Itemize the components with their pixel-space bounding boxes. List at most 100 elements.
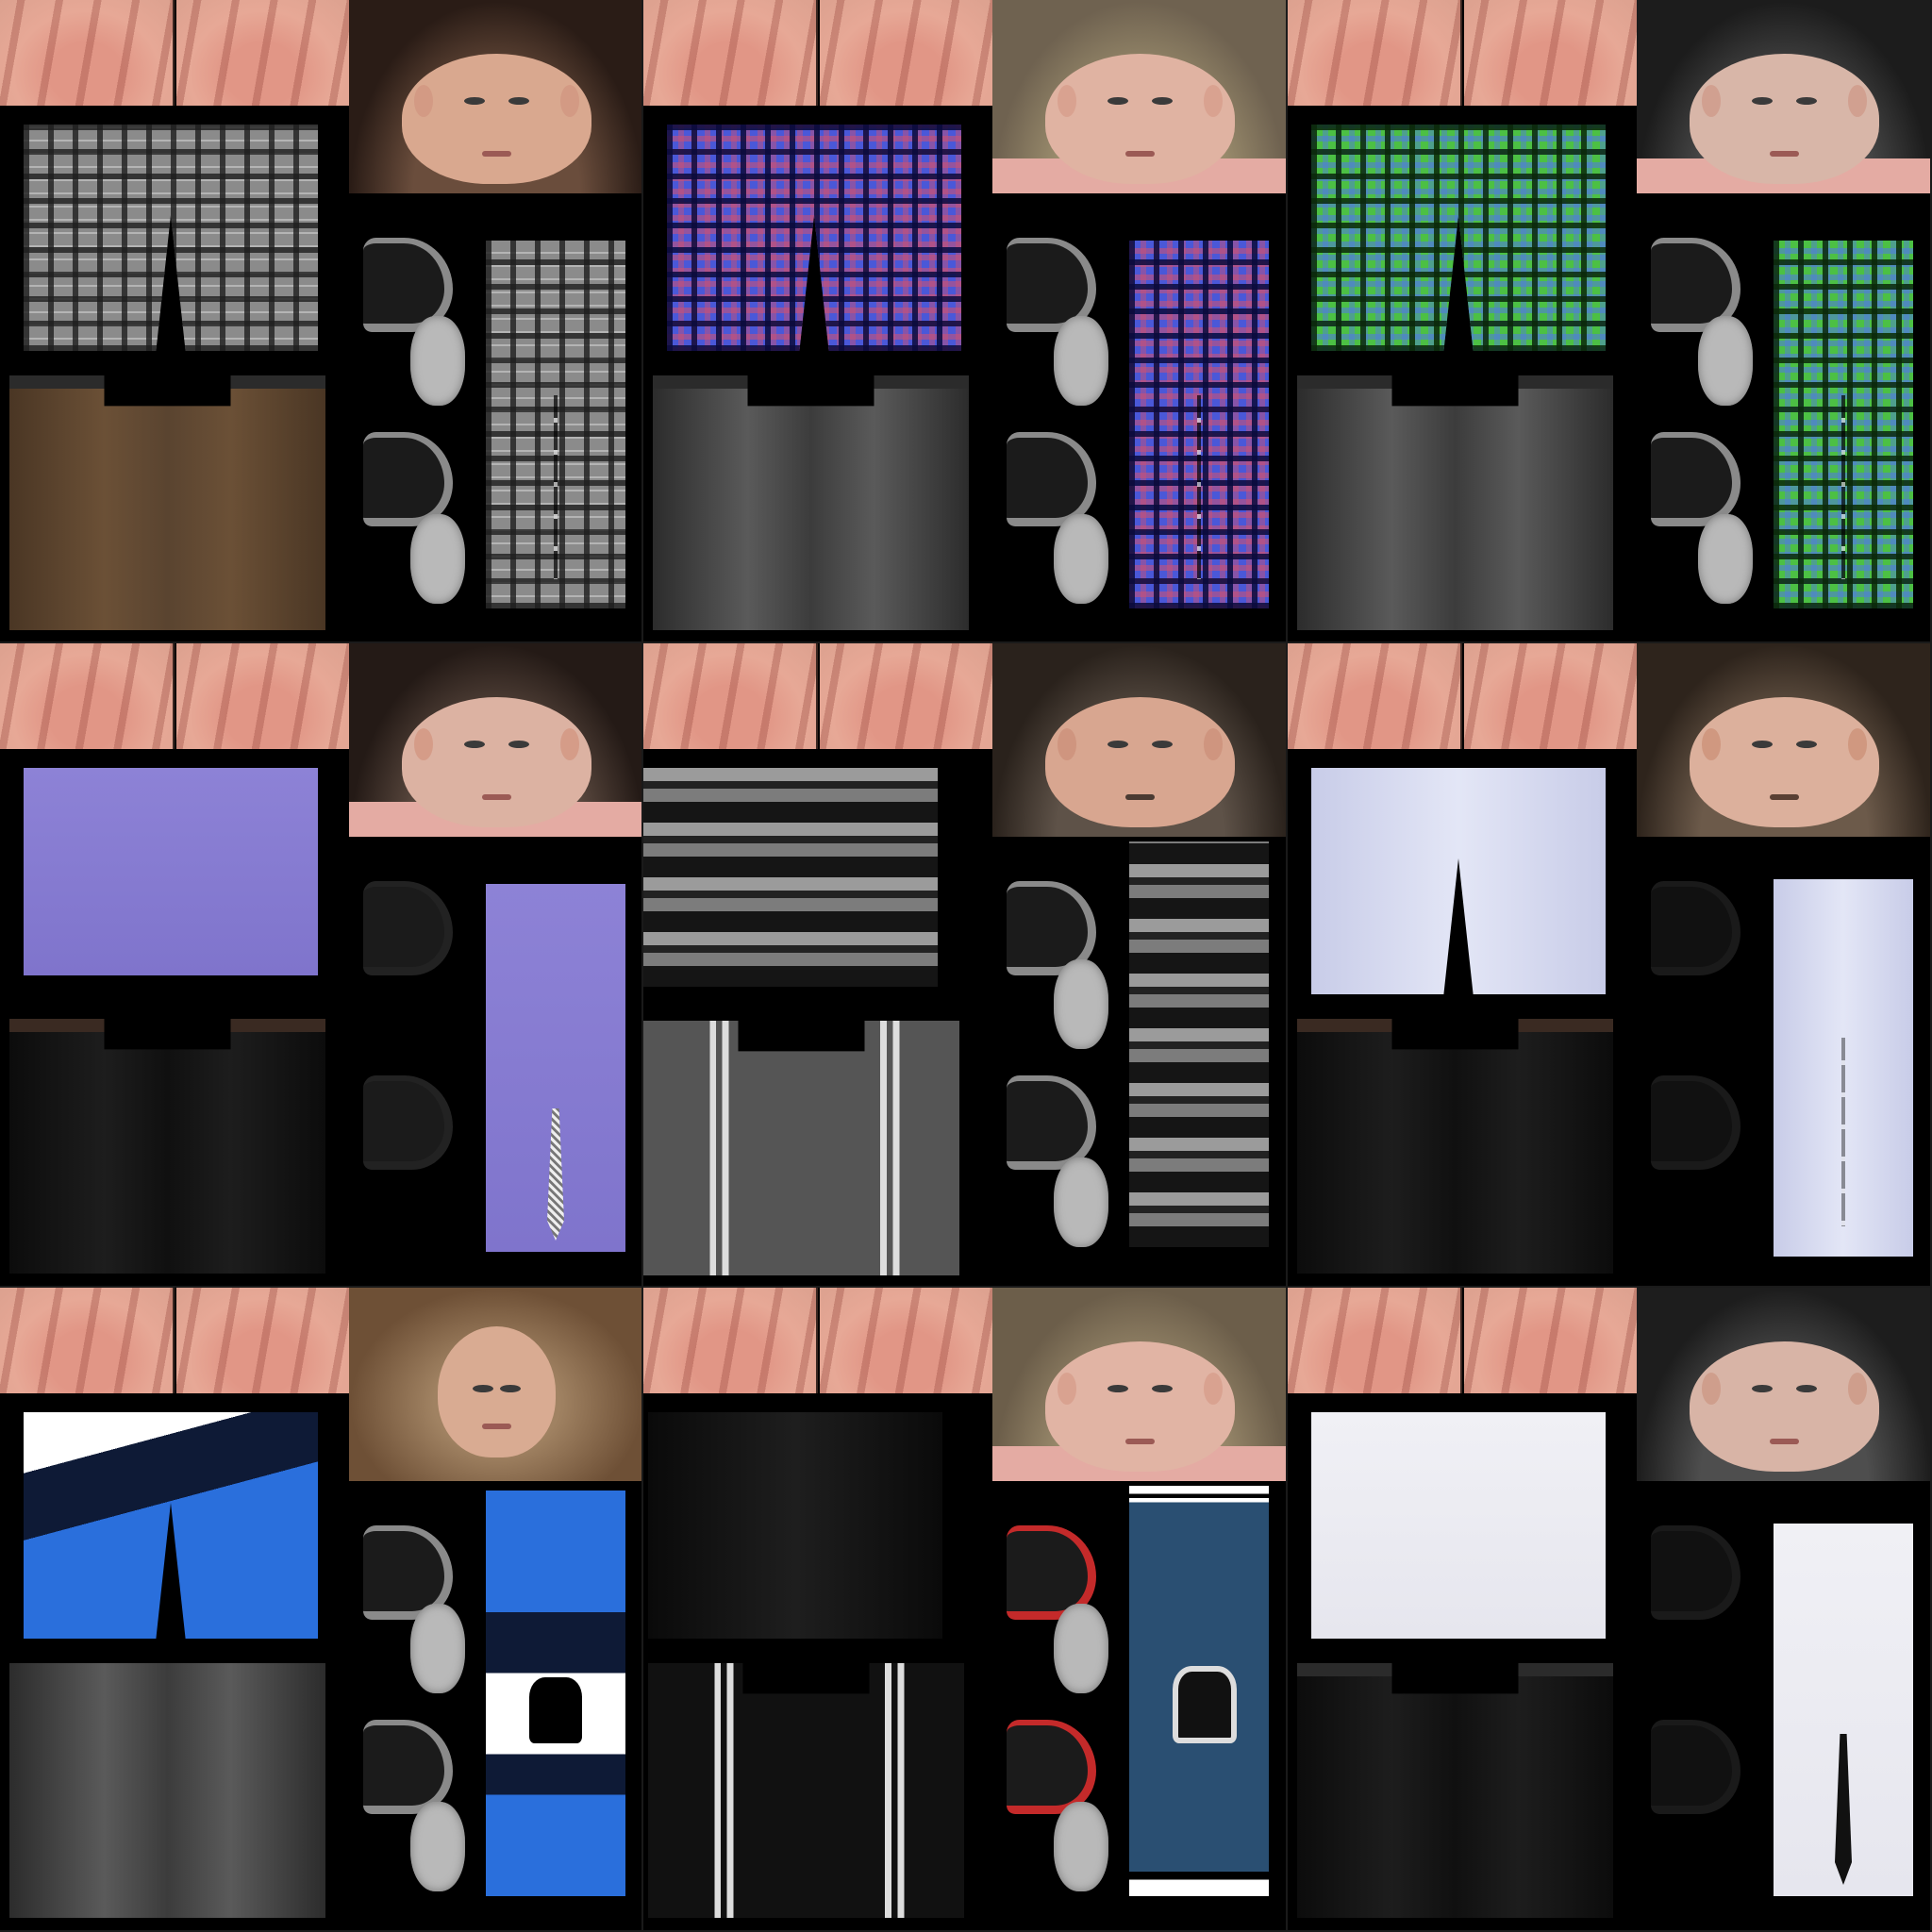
mouth <box>481 150 512 157</box>
hand-right-texture <box>820 643 994 749</box>
shoe-upper-texture <box>1007 1075 1096 1170</box>
face-skin <box>1690 697 1879 827</box>
eye-right <box>1795 740 1817 748</box>
face-texture <box>1637 643 1930 837</box>
shoe-upper-texture <box>1651 432 1740 526</box>
face-texture <box>992 1288 1286 1481</box>
collar <box>529 1676 582 1743</box>
texture-tile-4 <box>0 643 643 1288</box>
belt <box>653 375 969 389</box>
pants-texture <box>9 1019 325 1274</box>
texture-tile-3 <box>1288 0 1932 643</box>
texture-tile-1 <box>0 0 643 643</box>
hand-left-texture <box>643 1288 818 1393</box>
mouth <box>481 1423 512 1429</box>
eye-right <box>1151 740 1173 748</box>
shoe-upper-texture <box>363 881 453 975</box>
shirt-buttons <box>554 394 558 579</box>
texture-atlas <box>0 0 1932 1932</box>
hand-left-texture <box>1288 0 1462 106</box>
face-skin <box>402 54 591 184</box>
shoe-sole-texture <box>1054 1802 1108 1891</box>
texture-tile-7 <box>0 1288 643 1932</box>
hand-left-texture <box>1288 1288 1462 1393</box>
shoe-sole-texture <box>1698 316 1753 406</box>
ear-left <box>1057 1373 1076 1406</box>
shoe-upper-texture <box>1651 1075 1740 1170</box>
jacket-body-texture <box>1129 1486 1269 1896</box>
texture-tile-5 <box>643 643 1288 1288</box>
pants-texture <box>9 375 325 630</box>
shoe-upper-texture <box>1651 1720 1740 1814</box>
shirt-buttons <box>1841 394 1845 579</box>
face-texture <box>349 1288 641 1481</box>
eye-left <box>1752 1384 1774 1392</box>
mouth <box>1769 1438 1800 1444</box>
eye-right <box>1795 1384 1817 1392</box>
shoe-sole-texture <box>410 1802 465 1891</box>
texture-tile-2 <box>643 0 1288 643</box>
face-texture <box>1637 0 1930 193</box>
face-skin <box>402 697 591 827</box>
sleeve-texture <box>667 125 961 351</box>
hand-left-texture <box>0 1288 175 1393</box>
shirt-body-texture <box>1774 879 1913 1257</box>
face-skin <box>437 1326 557 1458</box>
belt <box>1297 1019 1613 1032</box>
ear-left <box>413 85 433 118</box>
texture-tile-8 <box>643 1288 1288 1932</box>
mouth-beard <box>1769 793 1800 800</box>
hand-right-texture <box>176 1288 351 1393</box>
shirt-body-texture <box>486 1491 625 1896</box>
eye-left <box>1752 740 1774 748</box>
eye-left <box>1108 96 1129 105</box>
face-skin <box>1045 1341 1235 1472</box>
shoe-sole-texture <box>1054 514 1108 604</box>
tie <box>547 1108 564 1241</box>
eye-left <box>1108 740 1129 748</box>
shirt-body-texture <box>1774 1524 1913 1896</box>
pants-texture <box>1297 1019 1613 1274</box>
ear-left <box>413 728 433 761</box>
shirt-body-texture <box>1129 241 1269 608</box>
mouth <box>1124 150 1156 157</box>
pants-texture <box>643 1021 959 1275</box>
texture-tile-9 <box>1288 1288 1932 1932</box>
sleeve-texture <box>643 768 938 987</box>
shirt-body-texture <box>486 884 625 1252</box>
ear-left <box>1057 728 1076 761</box>
eye-left <box>1752 96 1774 105</box>
hand-left-texture <box>0 643 175 749</box>
shoe-upper-texture <box>1007 432 1096 526</box>
shoe-upper-texture <box>1651 881 1740 975</box>
hand-right-texture <box>1464 0 1639 106</box>
shoe-sole-texture <box>1054 316 1108 406</box>
shoe-upper-texture <box>363 432 453 526</box>
hand-left-texture <box>0 0 175 106</box>
mouth <box>481 793 512 800</box>
hand-right-texture <box>176 0 351 106</box>
shirt-buttons <box>1841 1038 1845 1226</box>
pants-texture <box>648 1663 964 1918</box>
sleeve-texture <box>1311 1412 1606 1639</box>
ear-left <box>1701 1373 1721 1406</box>
hood <box>1173 1666 1237 1744</box>
belt <box>1297 375 1613 389</box>
hand-right-texture <box>1464 1288 1639 1393</box>
eye-right <box>1151 1384 1173 1392</box>
eye-left <box>1108 1384 1129 1392</box>
shoe-sole-texture <box>410 1604 465 1693</box>
shirt-body-texture <box>1774 241 1913 608</box>
shoe-sole-texture <box>1698 514 1753 604</box>
eye-right <box>508 740 529 748</box>
mouth-beard <box>1124 793 1156 800</box>
pants-texture <box>653 375 969 630</box>
face-skin <box>1045 54 1235 184</box>
face-skin <box>1690 1341 1879 1472</box>
pants-texture <box>9 1663 325 1918</box>
shirt-body-texture <box>486 241 625 608</box>
eye-right <box>508 96 529 105</box>
shoe-upper-texture <box>363 1720 453 1814</box>
shirt-body-texture <box>1129 841 1269 1247</box>
belt <box>9 1019 325 1032</box>
